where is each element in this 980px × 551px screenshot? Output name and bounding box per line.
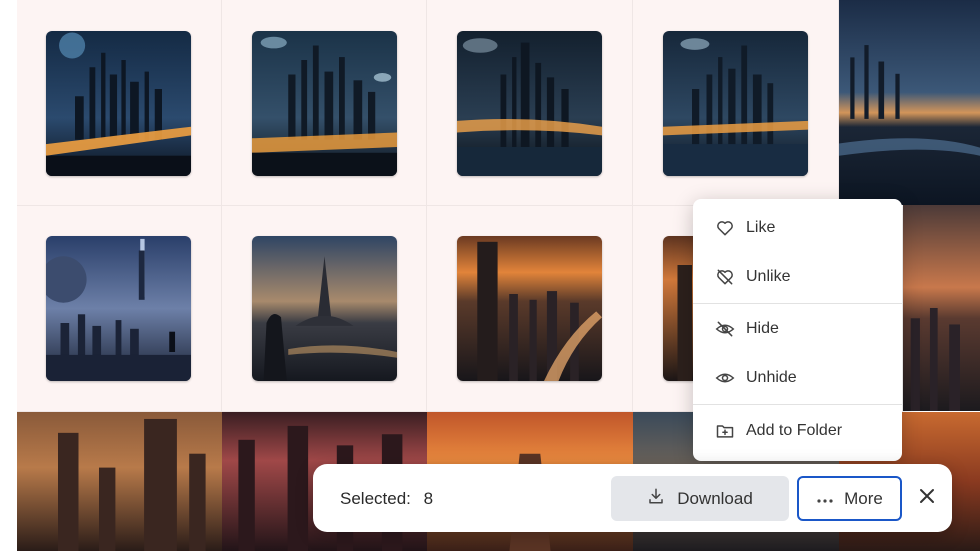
download-button[interactable]: Download (611, 476, 789, 521)
menu-item-label: Hide (746, 320, 779, 337)
gallery-tile[interactable] (222, 0, 427, 206)
gallery-tile[interactable] (222, 206, 427, 412)
gallery-tile[interactable] (427, 206, 633, 412)
gallery-thumbnail (663, 31, 808, 176)
gallery-thumbnail (839, 0, 980, 205)
gallery-thumbnail (457, 236, 602, 381)
menu-item-label: Unlike (746, 268, 791, 285)
gallery-thumbnail (252, 236, 397, 381)
eye-icon (714, 367, 736, 389)
menu-item-add-to-folder[interactable]: Add to Folder (693, 411, 902, 451)
more-menu: Like Unlike Hide Unhide Add to Folder (693, 199, 902, 461)
menu-item-label: Unhide (746, 369, 797, 386)
ellipsis-icon (816, 489, 834, 509)
gallery-tile[interactable] (17, 0, 222, 206)
menu-divider (693, 303, 902, 304)
menu-item-unhide[interactable]: Unhide (693, 358, 902, 398)
more-button[interactable]: More (797, 476, 902, 521)
gallery-tile[interactable] (839, 0, 980, 205)
gallery-tile[interactable] (17, 206, 222, 412)
gallery-thumbnail (252, 31, 397, 176)
gallery-tile[interactable] (903, 205, 980, 411)
menu-item-unlike[interactable]: Unlike (693, 257, 902, 297)
selected-label: Selected: (340, 489, 411, 508)
folder-plus-icon (714, 420, 736, 442)
menu-item-label: Like (746, 219, 776, 236)
menu-divider (693, 404, 902, 405)
eye-slash-icon (714, 318, 736, 340)
gallery-thumbnail (903, 205, 980, 411)
menu-item-hide[interactable]: Hide (693, 309, 902, 349)
close-button[interactable] (913, 484, 941, 512)
selected-count: 8 (423, 489, 434, 508)
menu-item-like[interactable]: Like (693, 208, 902, 248)
menu-item-label: Add to Folder (746, 422, 843, 439)
gallery-tile[interactable] (17, 412, 222, 551)
heart-slash-icon (714, 266, 736, 288)
selection-action-bar: Selected: 8 Download More (313, 464, 952, 532)
close-icon (919, 488, 935, 509)
gallery-thumbnail (457, 31, 602, 176)
gallery-tile[interactable] (633, 0, 839, 206)
heart-icon (714, 217, 736, 239)
more-label: More (844, 488, 883, 508)
download-label: Download (677, 488, 753, 508)
selected-count-text: Selected: 8 (340, 489, 441, 509)
gallery-tile[interactable] (427, 0, 633, 206)
gallery-thumbnail (17, 412, 222, 551)
download-icon (647, 487, 665, 510)
gallery-thumbnail (46, 31, 191, 176)
gallery-thumbnail (46, 236, 191, 381)
